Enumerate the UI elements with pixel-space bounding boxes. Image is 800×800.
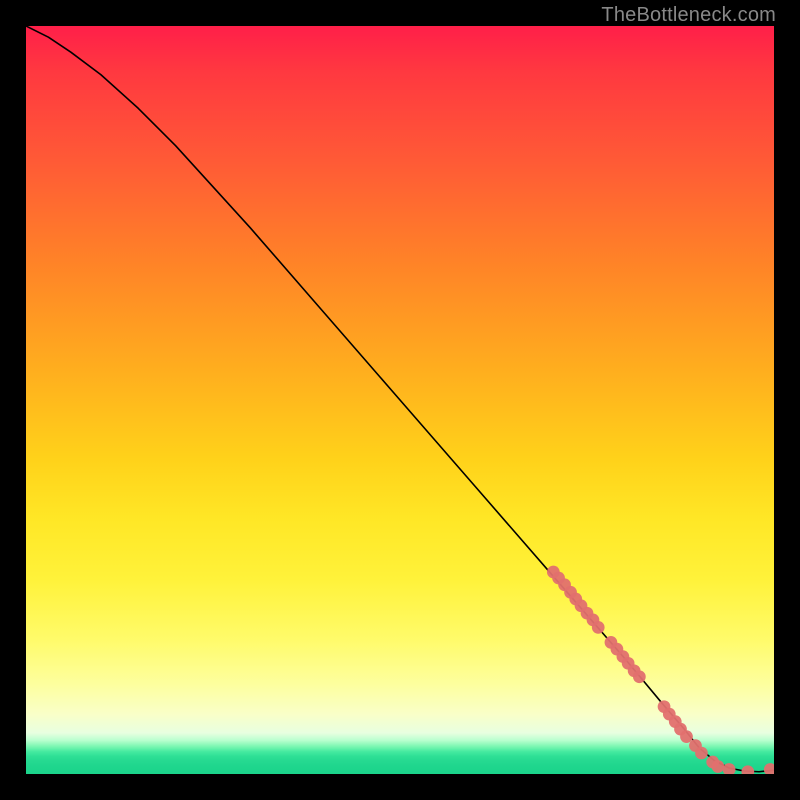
plot-overlay-svg <box>26 26 774 774</box>
marker-point <box>680 730 693 743</box>
marker-point <box>712 760 725 773</box>
marker-point <box>741 765 754 774</box>
marker-point <box>764 763 774 774</box>
attribution-text: TheBottleneck.com <box>601 4 776 27</box>
marker-point <box>592 621 605 634</box>
plot-area <box>26 26 774 774</box>
marker-group <box>547 566 774 774</box>
marker-point <box>723 763 736 774</box>
marker-point <box>633 670 646 683</box>
bottleneck-curve <box>26 26 774 772</box>
marker-point <box>695 747 708 760</box>
chart-frame: TheBottleneck.com <box>0 0 800 800</box>
